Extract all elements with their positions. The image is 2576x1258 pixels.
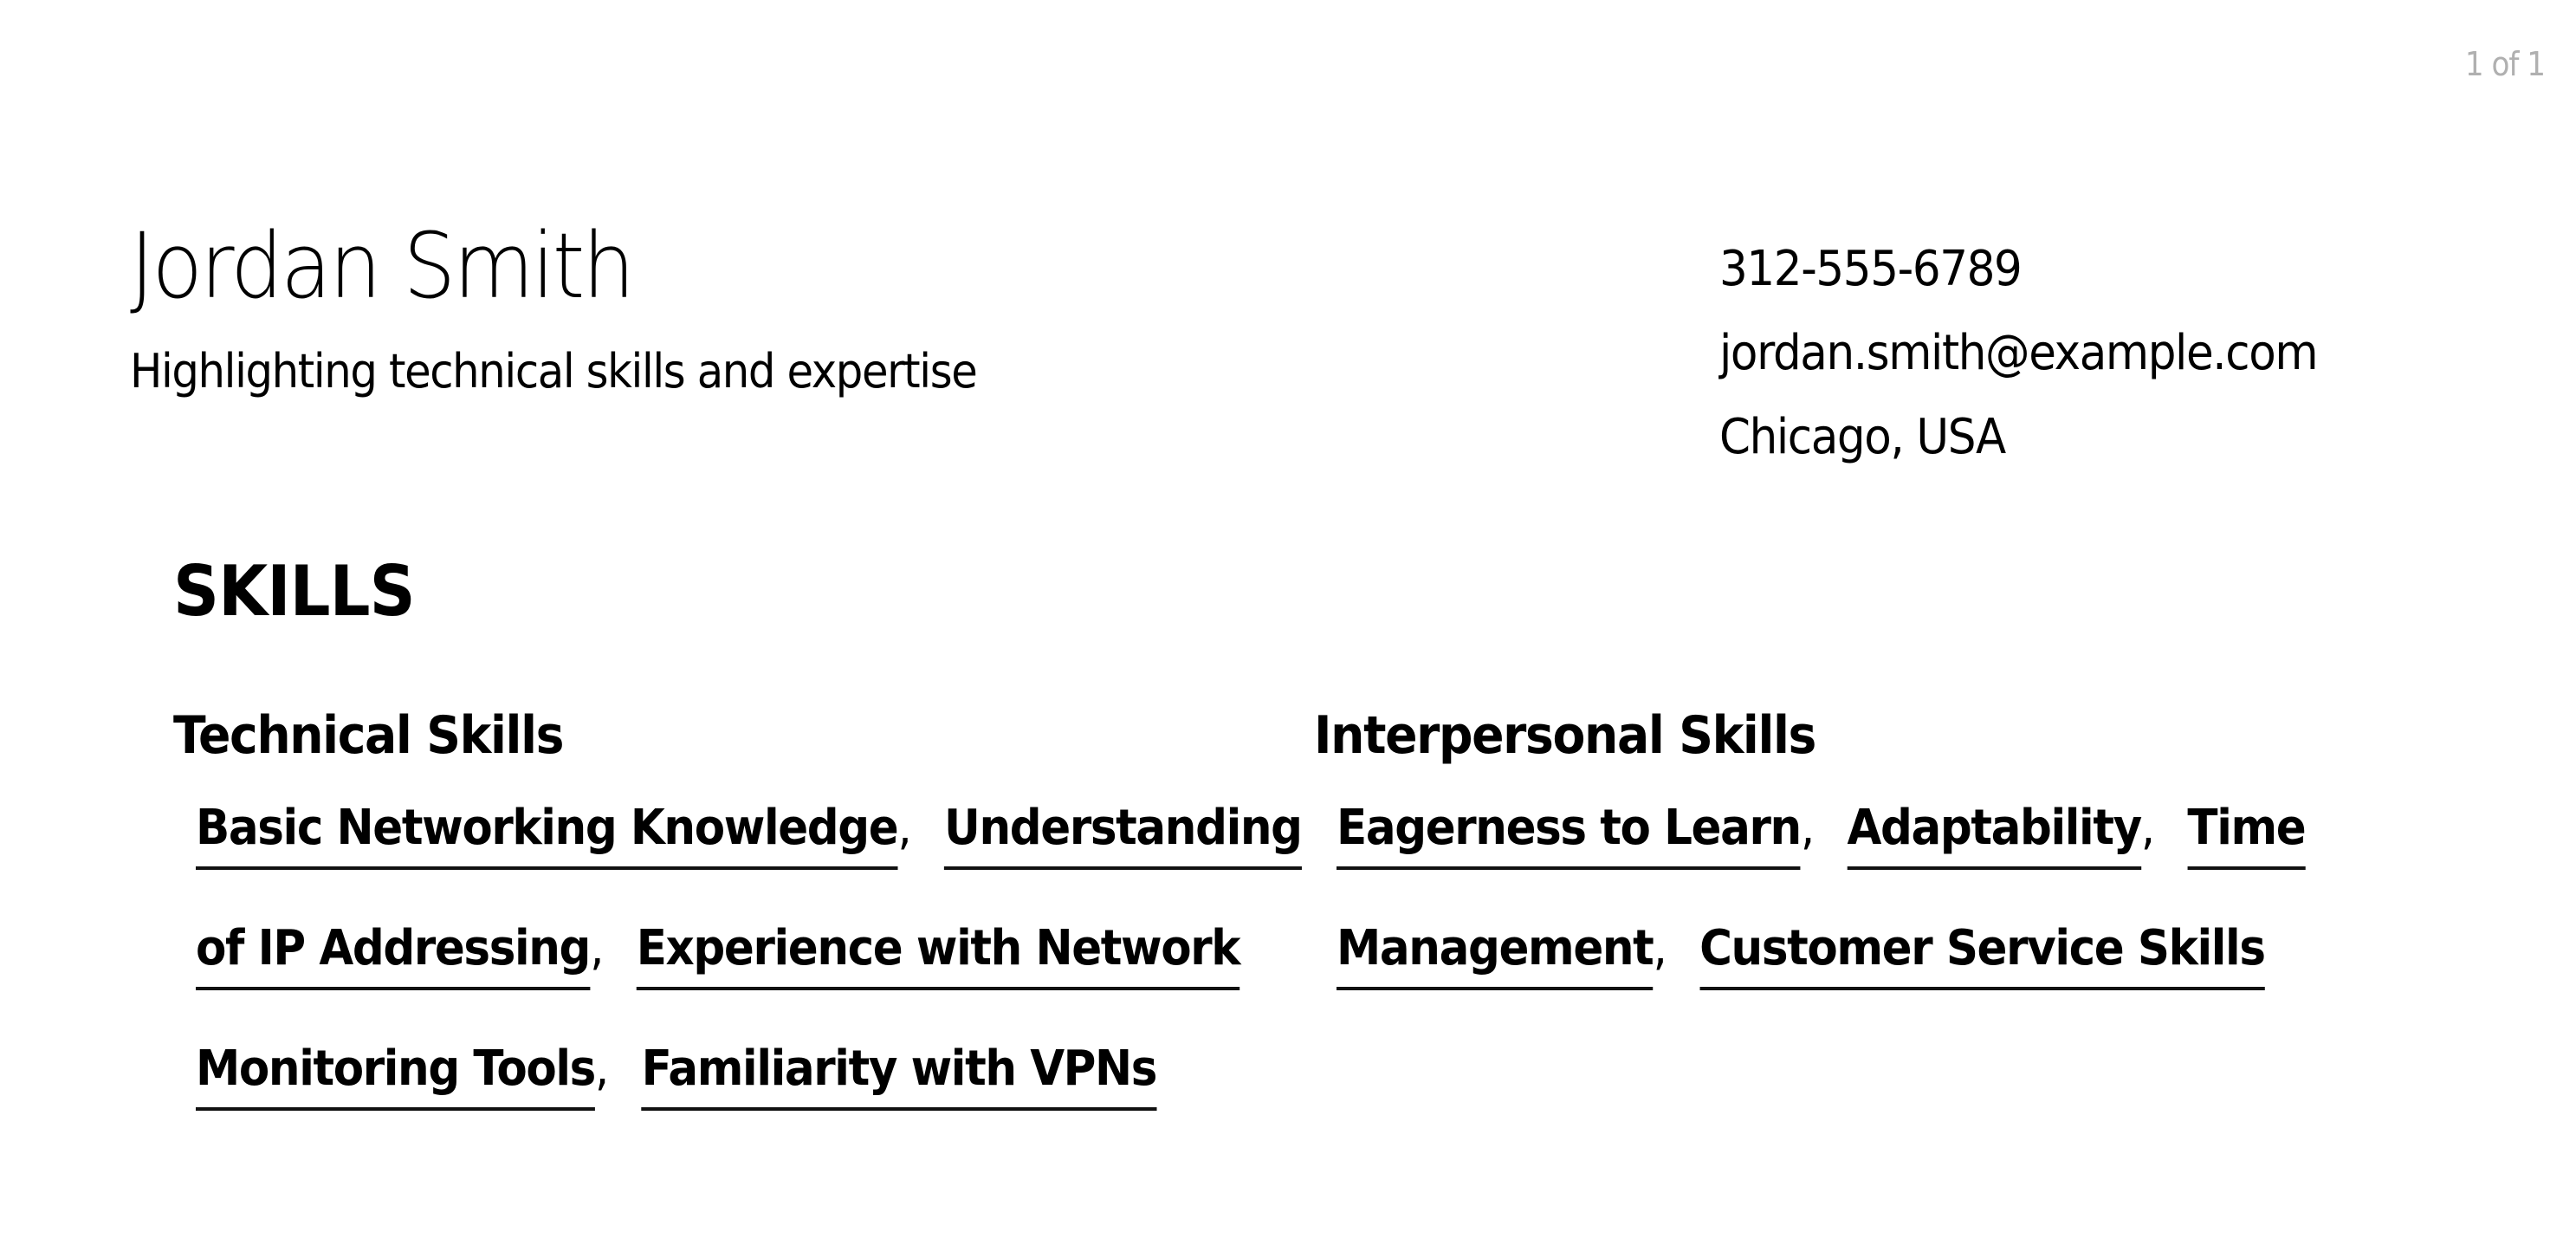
skill-item-text: Adaptability xyxy=(1847,799,2142,870)
skill-item: Customer Service Skills xyxy=(1699,920,2266,990)
skill-item: Management, xyxy=(1337,920,1667,990)
skill-item-text: Management xyxy=(1337,919,1654,990)
skill-separator: , xyxy=(594,1041,609,1097)
contact-location: Chicago, USA xyxy=(1719,409,2006,465)
skill-separator: , xyxy=(2140,800,2155,856)
skill-row: Management, Customer Service Skills xyxy=(1337,919,2298,990)
skill-group-technical: Technical Skills Basic Networking Knowle… xyxy=(173,702,1303,1111)
skill-item: Basic Networking Knowledge, xyxy=(196,800,912,870)
skill-item-text: Familiarity with VPNs xyxy=(641,1040,1157,1111)
skill-separator: , xyxy=(897,800,911,856)
candidate-tagline: Highlighting technical skills and expert… xyxy=(130,344,978,399)
skill-item: Experience with Network xyxy=(636,920,1241,990)
skill-item-text: Customer Service Skills xyxy=(1699,919,2266,990)
skill-row: Eagerness to Learn, Adaptability, Time xyxy=(1337,799,2339,870)
contact-email: jordan.smith@example.com xyxy=(1719,325,2319,381)
skill-row: of IP Addressing, Experience with Network xyxy=(196,919,1273,990)
resume-header: Jordan Smith Highlighting technical skil… xyxy=(130,221,1050,399)
skill-row: Monitoring Tools, Familiarity with VPNs xyxy=(196,1040,1190,1111)
skill-item: Time xyxy=(2187,800,2307,870)
skill-item: Familiarity with VPNs xyxy=(641,1041,1157,1111)
skill-separator: , xyxy=(1800,800,1815,856)
skill-separator: , xyxy=(1653,920,1667,976)
skill-row: Basic Networking Knowledge, Understanding xyxy=(196,799,1335,870)
skill-item-text: Eagerness to Learn xyxy=(1337,799,1802,870)
skill-item-text: Experience with Network xyxy=(636,919,1241,990)
skill-group-interpersonal: Interpersonal Skills Eagerness to Learn,… xyxy=(1314,702,2353,990)
skill-item: Eagerness to Learn, xyxy=(1337,800,1815,870)
candidate-name: Jordan Smith xyxy=(130,213,635,319)
page-counter: 1 of 1 xyxy=(2464,45,2546,83)
skill-item-text: Monitoring Tools xyxy=(196,1040,596,1111)
contact-phone: 312-555-6789 xyxy=(1719,241,2023,297)
skill-item: Monitoring Tools, xyxy=(196,1041,609,1111)
skill-item-text: Time xyxy=(2187,799,2307,870)
contact-info: 312-555-6789 jordan.smith@example.com Ch… xyxy=(1719,227,2369,479)
skill-item-text: of IP Addressing xyxy=(196,919,591,990)
skill-group-title: Interpersonal Skills xyxy=(1314,705,1816,766)
skill-item-text: Basic Networking Knowledge xyxy=(196,799,899,870)
skill-item: Adaptability, xyxy=(1847,800,2155,870)
skill-separator: , xyxy=(590,920,604,976)
skill-item: of IP Addressing, xyxy=(196,920,604,990)
skill-group-title: Technical Skills xyxy=(173,705,565,766)
skill-item: Understanding xyxy=(944,800,1303,870)
skills-section-title: SKILLS xyxy=(173,551,416,632)
skill-item-text: Understanding xyxy=(944,799,1303,870)
